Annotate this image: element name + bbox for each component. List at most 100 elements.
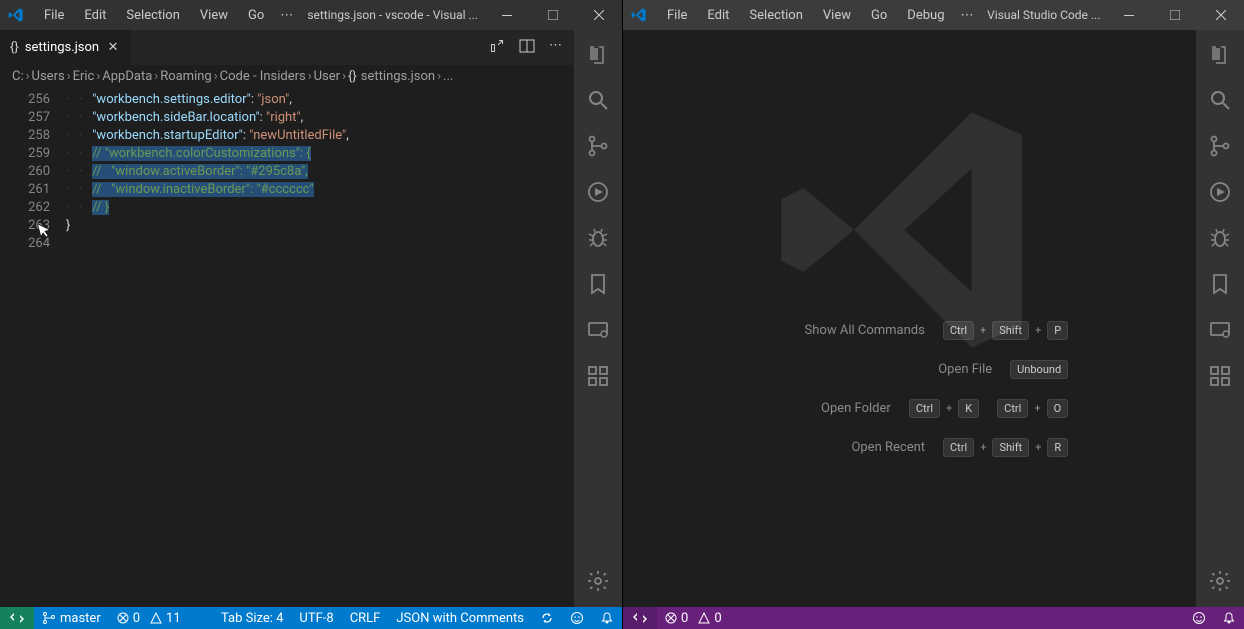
maximize-button[interactable]: [1152, 0, 1198, 30]
activity-bar: [1196, 30, 1244, 607]
source-control-icon[interactable]: [584, 132, 612, 160]
menu-file[interactable]: File: [36, 4, 72, 27]
menu-go[interactable]: Go: [863, 4, 895, 27]
menu-view[interactable]: View: [192, 4, 236, 27]
keycap: Shift: [992, 438, 1029, 457]
git-branch[interactable]: master: [34, 607, 109, 629]
keycap: K: [958, 399, 979, 418]
language-mode[interactable]: JSON with Comments: [388, 607, 532, 629]
breadcrumb[interactable]: C:›Users›Eric›AppData›Roaming›Code - Ins…: [0, 65, 574, 87]
menu-edit[interactable]: Edit: [699, 4, 737, 27]
files-icon[interactable]: [584, 40, 612, 68]
welcome-command: Open Recent Ctrl+Shift+R: [751, 438, 1068, 457]
crumb[interactable]: Eric: [73, 69, 95, 84]
close-button[interactable]: [1198, 0, 1244, 30]
sync-icon[interactable]: [532, 607, 562, 629]
feedback-icon[interactable]: [1184, 607, 1214, 629]
menu-view[interactable]: View: [815, 4, 859, 27]
remote-icon[interactable]: [1206, 316, 1234, 344]
welcome-label: Open Recent: [785, 440, 925, 455]
window-title: settings.json - vscode - Visual ...: [301, 8, 484, 22]
gear-icon[interactable]: [1206, 567, 1234, 595]
tab-settings-json[interactable]: {} settings.json ✕: [0, 30, 132, 65]
crumb[interactable]: Roaming: [160, 69, 212, 84]
main-menu: FileEditSelectionViewGo: [36, 4, 272, 27]
menu-file[interactable]: File: [659, 4, 695, 27]
main-menu: FileEditSelectionViewGoDebug: [659, 4, 953, 27]
feedback-icon[interactable]: [562, 607, 592, 629]
search-icon[interactable]: [584, 86, 612, 114]
crumb[interactable]: C:: [12, 69, 24, 84]
crumb[interactable]: Code - Insiders: [220, 69, 306, 84]
bell-icon[interactable]: [1214, 607, 1244, 629]
key-combo: Ctrl+Shift+R: [943, 438, 1068, 457]
keycap: O: [1047, 399, 1069, 418]
welcome-command: Open Folder Ctrl+K Ctrl+O: [751, 399, 1068, 418]
menu-overflow-icon[interactable]: ⋯: [272, 4, 301, 27]
compare-changes-icon[interactable]: [489, 38, 505, 58]
menu-overflow-icon[interactable]: ⋯: [953, 4, 982, 27]
vscode-watermark-icon: [770, 90, 1050, 374]
json-file-icon: {}: [10, 40, 19, 55]
window-title: Visual Studio Code ...: [982, 8, 1107, 22]
remote-indicator[interactable]: [0, 607, 34, 629]
problems-indicator[interactable]: 011: [109, 607, 189, 629]
minimap[interactable]: [562, 87, 574, 607]
menu-selection[interactable]: Selection: [118, 4, 187, 27]
keycap: Ctrl: [909, 399, 940, 418]
code-editor[interactable]: · · "workbench.settings.editor": "json",…: [66, 87, 562, 607]
menu-debug[interactable]: Debug: [899, 4, 952, 27]
more-actions-icon[interactable]: ⋯: [549, 38, 562, 58]
welcome-label: Open Folder: [751, 401, 891, 416]
keycap: R: [1047, 438, 1068, 457]
bug-icon[interactable]: [1206, 224, 1234, 252]
tab-close-icon[interactable]: ✕: [105, 40, 121, 56]
bookmark-icon[interactable]: [584, 270, 612, 298]
vscode-logo-icon: [8, 7, 24, 23]
bug-icon[interactable]: [584, 224, 612, 252]
status-bar: master 011 Tab Size: 4 UTF-8 CRLF JSON w…: [0, 607, 622, 629]
key-combo: Ctrl+K: [909, 399, 979, 418]
debug-icon[interactable]: [584, 178, 612, 206]
crumb[interactable]: User: [314, 69, 340, 84]
line-gutter: 256257258259260261262263264: [0, 87, 66, 607]
menu-go[interactable]: Go: [240, 4, 272, 27]
remote-indicator[interactable]: [623, 607, 657, 629]
extensions-icon[interactable]: [584, 362, 612, 390]
tab-size[interactable]: Tab Size: 4: [213, 607, 291, 629]
keycap: P: [1047, 321, 1068, 340]
titlebar: FileEditSelectionViewGoDebug ⋯ Visual St…: [623, 0, 1244, 30]
maximize-button[interactable]: [530, 0, 576, 30]
remote-icon[interactable]: [584, 316, 612, 344]
welcome-screen: Show All CommandsCtrl+Shift+POpen FileUn…: [623, 30, 1196, 607]
vscode-logo-icon: [631, 7, 647, 23]
keycap: Ctrl: [997, 399, 1028, 418]
crumb[interactable]: AppData: [102, 69, 152, 84]
gear-icon[interactable]: [584, 567, 612, 595]
close-button[interactable]: [576, 0, 622, 30]
tab-label: settings.json: [25, 40, 99, 55]
bell-icon[interactable]: [592, 607, 622, 629]
minimize-button[interactable]: [484, 0, 530, 30]
menu-edit[interactable]: Edit: [76, 4, 114, 27]
key-combo: Ctrl+O: [997, 399, 1068, 418]
extensions-icon[interactable]: [1206, 362, 1234, 390]
encoding[interactable]: UTF-8: [291, 607, 341, 629]
menu-selection[interactable]: Selection: [741, 4, 810, 27]
split-editor-icon[interactable]: [519, 38, 535, 58]
search-icon[interactable]: [1206, 86, 1234, 114]
activity-bar: [574, 30, 622, 607]
files-icon[interactable]: [1206, 40, 1234, 68]
keycap: Ctrl: [943, 438, 974, 457]
problems-indicator[interactable]: 00: [657, 607, 730, 629]
status-bar: 00: [623, 607, 1244, 629]
crumb[interactable]: Users: [32, 69, 65, 84]
debug-icon[interactable]: [1206, 178, 1234, 206]
titlebar: FileEditSelectionViewGo ⋯ settings.json …: [0, 0, 622, 30]
source-control-icon[interactable]: [1206, 132, 1234, 160]
tab-bar: {} settings.json ✕ ⋯: [0, 30, 574, 65]
minimize-button[interactable]: [1106, 0, 1152, 30]
eol[interactable]: CRLF: [342, 607, 389, 629]
crumb[interactable]: {} settings.json: [348, 69, 435, 84]
bookmark-icon[interactable]: [1206, 270, 1234, 298]
